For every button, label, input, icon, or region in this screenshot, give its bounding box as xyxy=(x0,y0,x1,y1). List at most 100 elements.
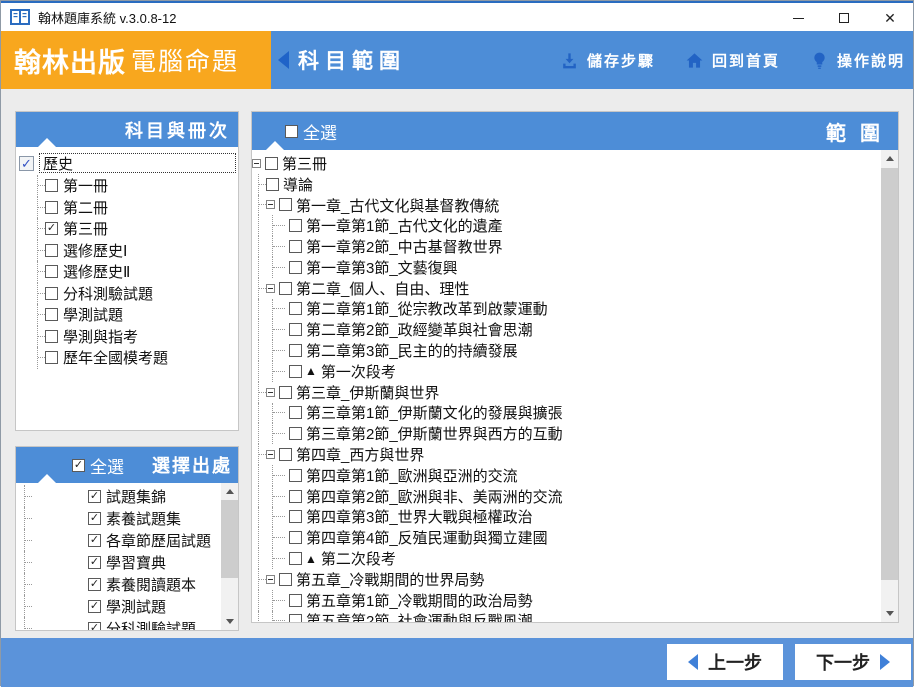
help-button[interactable]: 操作說明 xyxy=(810,50,905,71)
scrollbar-thumb[interactable] xyxy=(881,168,898,580)
scope-tree-row[interactable]: 第一章第2節_中古基督教世界 xyxy=(252,236,881,257)
source-checkbox[interactable]: ✓ xyxy=(88,533,101,547)
volume-checkbox[interactable] xyxy=(45,329,58,343)
volume-checkbox[interactable]: ✓ xyxy=(45,222,58,236)
scope-tree-row[interactable]: ▲ 第一次段考 xyxy=(252,360,881,382)
volume-checkbox[interactable] xyxy=(45,243,58,257)
scope-tree-row[interactable]: 第五章_冷戰期間的世界局勢 xyxy=(252,568,881,590)
scroll-down-button[interactable] xyxy=(221,613,238,630)
subject-volume-row[interactable]: 學測試題 xyxy=(16,304,238,326)
chapter-checkbox[interactable] xyxy=(289,510,302,524)
subject-volume-row[interactable]: 第一冊 xyxy=(16,175,238,197)
source-checkbox[interactable]: ✓ xyxy=(88,599,101,613)
scrollbar-thumb[interactable] xyxy=(221,500,238,578)
chapter-checkbox[interactable] xyxy=(289,219,302,233)
subject-volume-row[interactable]: 選修歷史Ⅱ xyxy=(16,261,238,283)
chapter-checkbox[interactable] xyxy=(289,489,302,503)
chapter-checkbox[interactable] xyxy=(289,364,302,378)
scope-tree-row[interactable]: 第三章第1節_伊斯蘭文化的發展與擴張 xyxy=(252,402,881,424)
volume-checkbox[interactable] xyxy=(45,179,58,193)
subject-volume-row[interactable]: ✓ 第三冊 xyxy=(16,218,238,240)
tree-collapse-icon[interactable] xyxy=(252,158,261,168)
scope-tree-row[interactable]: 第四章第2節_歐洲與非、美兩洲的交流 xyxy=(252,485,881,507)
source-checkbox[interactable]: ✓ xyxy=(88,489,101,503)
tree-collapse-icon[interactable] xyxy=(266,574,275,584)
chapter-checkbox[interactable] xyxy=(289,468,302,482)
chapter-checkbox[interactable] xyxy=(279,385,292,399)
chapter-checkbox[interactable] xyxy=(289,344,302,358)
chapter-checkbox[interactable] xyxy=(289,593,302,607)
scroll-up-button[interactable] xyxy=(221,483,238,500)
tree-collapse-icon[interactable] xyxy=(266,283,275,293)
source-row[interactable]: ✓ 各章節歷屆試題 xyxy=(16,529,221,551)
volume-checkbox[interactable] xyxy=(45,265,58,279)
source-row[interactable]: ✓ 學習寶典 xyxy=(16,551,221,573)
source-row[interactable]: ✓ 學測試題 xyxy=(16,595,221,617)
chapter-checkbox[interactable] xyxy=(279,448,292,462)
scope-tree-row[interactable]: 第二章第2節_政經變革與社會思潮 xyxy=(252,319,881,341)
scope-tree-row[interactable]: 第三章第2節_伊斯蘭世界與西方的互動 xyxy=(252,423,881,445)
chapter-checkbox[interactable] xyxy=(279,281,292,295)
scope-scrollbar[interactable] xyxy=(881,150,898,622)
subject-root-checkbox[interactable]: ✓ xyxy=(19,155,34,171)
volume-checkbox[interactable] xyxy=(45,200,58,214)
scope-select-all-checkbox[interactable] xyxy=(285,124,298,138)
chapter-checkbox[interactable] xyxy=(289,240,302,254)
tree-collapse-icon[interactable] xyxy=(266,387,275,397)
scope-select-all-label[interactable]: 全選 xyxy=(303,119,337,144)
chapter-checkbox[interactable] xyxy=(289,531,302,545)
subject-volume-row[interactable]: 歷年全國模考題 xyxy=(16,347,238,369)
scope-tree-row[interactable]: 第二章第3節_民主的的持續發展 xyxy=(252,340,881,361)
source-checkbox[interactable]: ✓ xyxy=(88,577,101,591)
chapter-checkbox[interactable] xyxy=(289,260,302,274)
volume-checkbox[interactable] xyxy=(45,308,58,322)
scope-tree-row[interactable]: 第二章第1節_從宗教改革到啟蒙運動 xyxy=(252,298,881,320)
scope-tree-row[interactable]: 第三章_伊斯蘭與世界 xyxy=(252,381,881,403)
scope-tree-row[interactable]: 第四章_西方與世界 xyxy=(252,444,881,465)
subject-root-label[interactable]: 歷史 xyxy=(39,153,236,173)
close-button[interactable]: ✕ xyxy=(867,3,913,33)
source-row[interactable]: ✓ 素養閱讀題本 xyxy=(16,573,221,595)
scope-tree-row[interactable]: 第三冊 xyxy=(252,153,881,174)
chapter-checkbox[interactable] xyxy=(289,614,302,622)
minimize-button[interactable] xyxy=(775,3,821,33)
chapter-checkbox[interactable] xyxy=(289,302,302,316)
home-button[interactable]: 回到首頁 xyxy=(685,50,780,71)
chapter-checkbox[interactable] xyxy=(289,427,302,441)
scope-tree-row[interactable]: ▲ 第二次段考 xyxy=(252,548,881,569)
next-step-button[interactable]: 下一步 xyxy=(795,644,911,680)
source-select-all-checkbox[interactable]: ✓ xyxy=(72,458,85,472)
source-checkbox[interactable]: ✓ xyxy=(88,511,101,525)
scope-tree-row[interactable]: 第四章第4節_反殖民運動與獨立建國 xyxy=(252,527,881,549)
scope-tree-row[interactable]: 第四章第1節_歐洲與亞洲的交流 xyxy=(252,464,881,486)
tree-collapse-icon[interactable] xyxy=(266,450,275,460)
maximize-button[interactable] xyxy=(821,3,867,33)
scope-tree-row[interactable]: 第五章第1節_冷戰期間的政治局勢 xyxy=(252,589,881,611)
source-checkbox[interactable]: ✓ xyxy=(88,621,101,630)
source-checkbox[interactable]: ✓ xyxy=(88,555,101,569)
scroll-up-button[interactable] xyxy=(881,150,898,167)
chapter-checkbox[interactable] xyxy=(279,198,292,212)
source-row[interactable]: ✓ 試題集錦 xyxy=(16,485,221,507)
volume-checkbox[interactable] xyxy=(45,286,58,300)
tree-collapse-icon[interactable] xyxy=(266,200,275,210)
chapter-checkbox[interactable] xyxy=(289,552,302,566)
save-steps-button[interactable]: 儲存步驟 xyxy=(560,50,655,71)
source-row[interactable]: ✓ 素養試題集 xyxy=(16,507,221,529)
subject-volume-row[interactable]: 第二冊 xyxy=(16,196,238,218)
scope-tree-row[interactable]: 第二章_個人、自由、理性 xyxy=(252,277,881,299)
scope-tree-row[interactable]: 第一章第1節_古代文化的遺產 xyxy=(252,215,881,237)
chapter-checkbox[interactable] xyxy=(289,323,302,337)
chapter-checkbox[interactable] xyxy=(289,406,302,420)
source-row[interactable]: ✓ 分科測驗試題 xyxy=(16,617,221,630)
scope-tree-row[interactable]: 第四章第3節_世界大戰與極權政治 xyxy=(252,506,881,528)
chapter-checkbox[interactable] xyxy=(265,156,278,170)
scope-tree-row[interactable]: 第一章第3節_文藝復興 xyxy=(252,256,881,278)
previous-step-button[interactable]: 上一步 xyxy=(667,644,783,680)
subject-volume-row[interactable]: 分科測驗試題 xyxy=(16,282,238,304)
subject-volume-row[interactable]: 學測與指考 xyxy=(16,325,238,347)
scope-tree-row[interactable]: 導論 xyxy=(252,173,881,195)
source-scrollbar[interactable] xyxy=(221,483,238,630)
scope-tree-row[interactable]: 第五章第2節_社會運動與反戰風潮 xyxy=(252,610,881,622)
subject-volume-row[interactable]: 選修歷史Ⅰ xyxy=(16,239,238,261)
